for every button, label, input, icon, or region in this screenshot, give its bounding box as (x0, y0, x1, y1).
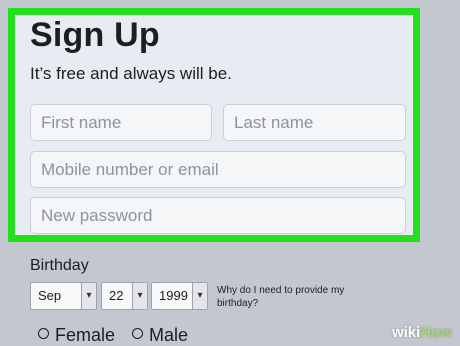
month-value: Sep (38, 288, 62, 303)
last-name-input[interactable]: Last name (223, 104, 406, 141)
birthday-label: Birthday (30, 257, 89, 274)
gender-male-option[interactable]: Male (132, 325, 188, 346)
chevron-down-icon: ▾ (81, 283, 96, 309)
gender-female-label: Female (55, 325, 116, 345)
new-password-input[interactable]: New password (30, 197, 406, 234)
day-value: 22 (109, 288, 124, 303)
birthday-day-select[interactable]: 22 ▾ (101, 282, 148, 310)
page-subtitle: It’s free and always will be. (30, 64, 232, 83)
birthday-year-select[interactable]: 1999 ▾ (151, 282, 208, 310)
year-value: 1999 (159, 288, 188, 303)
birthday-month-select[interactable]: Sep ▾ (30, 282, 97, 310)
why-birthday-link[interactable]: Why do I need to provide my birthday? (217, 284, 367, 310)
page-title: Sign Up (30, 16, 160, 54)
first-name-input[interactable]: First name (30, 104, 212, 141)
gender-female-option[interactable]: Female (38, 325, 115, 346)
watermark-part2: How (420, 324, 452, 341)
radio-icon[interactable] (38, 328, 49, 339)
chevron-down-icon: ▾ (132, 283, 147, 309)
radio-icon[interactable] (132, 328, 143, 339)
watermark-part1: wiki (391, 324, 421, 341)
mobile-email-input[interactable]: Mobile number or email (30, 151, 406, 188)
gender-male-label: Male (149, 325, 189, 345)
wikihow-watermark: wikiHow (392, 324, 452, 341)
chevron-down-icon: ▾ (192, 283, 207, 309)
